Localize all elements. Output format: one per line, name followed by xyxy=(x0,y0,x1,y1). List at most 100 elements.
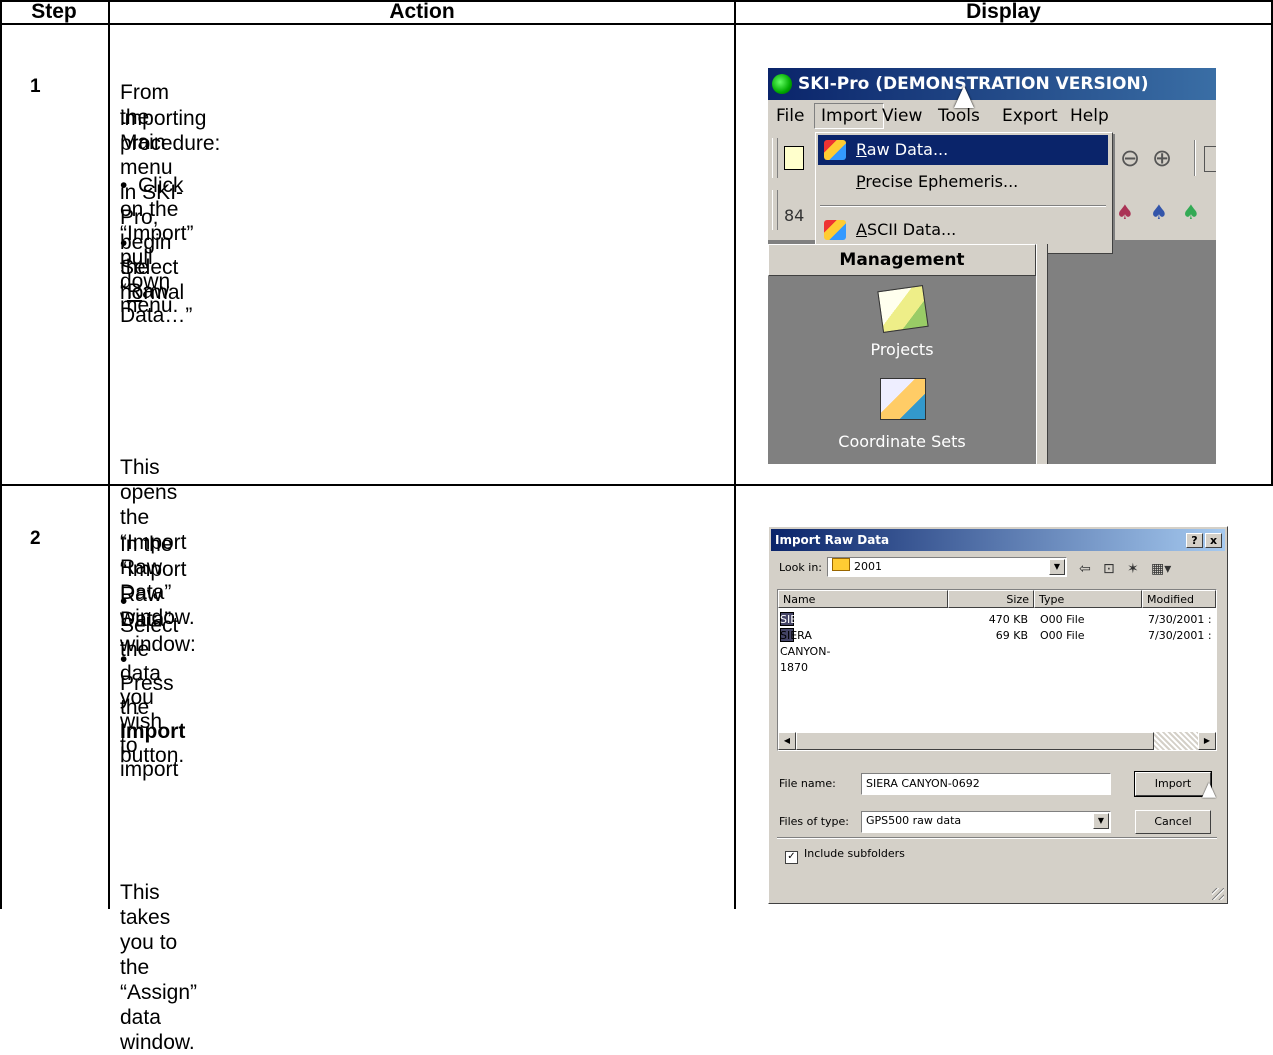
toolbar-grip xyxy=(772,138,778,178)
chevron-down-icon[interactable]: ▼ xyxy=(1049,559,1065,575)
back-icon[interactable]: ⇦ xyxy=(1079,561,1091,577)
skipro-app-icon xyxy=(772,74,792,94)
step1-bullet-2: •Select “Raw Data…” xyxy=(120,232,192,328)
header-display: Display xyxy=(966,0,1041,23)
bullet-dot: • xyxy=(120,648,128,671)
file-modified: 7/30/2001 : xyxy=(1148,629,1212,642)
file-row[interactable]: SIERA CANYON-0692 470 KB O00 File 7/30/2… xyxy=(778,612,1216,658)
toolbar-field[interactable] xyxy=(1204,146,1216,172)
step2-bullet-2: •Press the Import button. xyxy=(120,648,185,768)
dialog-separator xyxy=(777,837,1217,839)
mouse-cursor-icon xyxy=(1202,782,1216,798)
menu-item-ascii-data[interactable]: ASCII Data... xyxy=(818,215,1108,245)
include-subfolders-checkbox[interactable]: ✓ Include subfolders xyxy=(785,847,905,864)
menu-view[interactable]: View xyxy=(882,106,922,126)
menu-help[interactable]: Help xyxy=(1070,106,1109,126)
bullet-dot: • xyxy=(120,590,128,613)
import-button[interactable]: Import xyxy=(1134,771,1212,797)
bullet-text-mnemonic: R xyxy=(127,280,143,303)
step1-intro-line2: importing procedure: xyxy=(120,107,221,155)
scroll-thumb[interactable] xyxy=(796,732,1154,750)
menu-item-precise-ephemeris[interactable]: Precise Ephemeris... xyxy=(818,167,1108,197)
projects-icon[interactable] xyxy=(877,285,929,333)
skipro-menu-bar: File Import View Tools Export Help xyxy=(768,100,1216,132)
menu-item-label: Raw Data... xyxy=(856,140,949,159)
file-name-label: File name: xyxy=(779,777,836,790)
coordinate-sets-icon[interactable] xyxy=(880,378,926,420)
cancel-button[interactable]: Cancel xyxy=(1135,810,1211,834)
file-type: O00 File xyxy=(1040,613,1085,626)
tool-icon-1[interactable]: ♠ xyxy=(1116,200,1134,224)
file-name-input[interactable]: SIERA CANYON-0692 xyxy=(861,773,1111,795)
menu-file[interactable]: File xyxy=(776,106,804,126)
close-button[interactable]: x xyxy=(1205,533,1222,548)
header-step: Step xyxy=(31,0,77,23)
file-modified: 7/30/2001 : xyxy=(1148,613,1212,626)
menu-tools[interactable]: Tools xyxy=(938,106,980,126)
menu-item-label: ASCII Data... xyxy=(856,220,957,239)
files-of-type-select[interactable]: GPS500 raw data ▼ xyxy=(861,811,1111,833)
scroll-left-icon[interactable]: ◀ xyxy=(778,732,796,750)
bullet-text-suffix: button. xyxy=(120,744,185,767)
column-header-size[interactable]: Size xyxy=(948,590,1034,608)
header-action: Action xyxy=(389,0,455,23)
checkmark-icon: ✓ xyxy=(785,851,798,864)
chevron-down-icon[interactable]: ▼ xyxy=(1093,813,1109,829)
menu-item-raw-data[interactable]: Raw Data... xyxy=(818,135,1108,165)
tool-icon-2[interactable]: ♠ xyxy=(1150,200,1168,224)
toolbar-field-text: 84 xyxy=(784,206,805,225)
management-panel-header[interactable]: Management xyxy=(768,244,1036,276)
import-dropdown-menu: Raw Data... Precise Ephemeris... ASCII D… xyxy=(815,132,1113,254)
help-button[interactable]: ? xyxy=(1186,533,1203,548)
toolbar-separator xyxy=(1194,140,1196,176)
menu-import[interactable]: Import xyxy=(814,103,885,129)
bullet-text-bold: Import xyxy=(120,720,186,743)
tool-icon-3[interactable]: ♠ xyxy=(1182,200,1200,224)
look-in-label: Look in: xyxy=(779,561,822,574)
folder-icon xyxy=(832,558,850,571)
up-folder-icon[interactable]: ⊡ xyxy=(1103,561,1115,577)
column-header-modified[interactable]: Modified xyxy=(1142,590,1216,608)
dialog-title-bar: Import Raw Data ? x xyxy=(771,529,1225,551)
new-file-icon[interactable] xyxy=(784,146,804,170)
coordinate-sets-label: Coordinate Sets xyxy=(838,432,966,451)
file-row[interactable]: SIERA CANYON-1870 69 KB O00 File 7/30/20… xyxy=(778,628,1216,674)
files-of-type-label: Files of type: xyxy=(779,815,850,828)
look-in-combo[interactable]: 2001 ▼ xyxy=(827,557,1067,577)
files-of-type-value: GPS500 raw data xyxy=(866,814,962,827)
view-menu-icon[interactable]: ▦▾ xyxy=(1151,561,1171,577)
step2-closing: This takes you to the “Assign” data wind… xyxy=(120,881,198,1054)
panel-splitter[interactable] xyxy=(1036,244,1048,464)
mouse-cursor-icon xyxy=(954,86,974,108)
menu-separator xyxy=(820,205,1106,207)
import-raw-data-dialog: Import Raw Data ? x Look in: 2001 ▼ ⇦ ⊡ ✶… xyxy=(768,526,1228,904)
skipro-main-window-screenshot: SKI-Pro (DEMONSTRATION VERSION) File Imp… xyxy=(768,68,1216,464)
column-header-type[interactable]: Type xyxy=(1034,590,1142,608)
dialog-title: Import Raw Data xyxy=(775,533,890,547)
raw-data-icon xyxy=(824,140,846,160)
skipro-title-bar: SKI-Pro (DEMONSTRATION VERSION) xyxy=(768,68,1216,100)
toolbar-grip xyxy=(772,190,778,230)
horizontal-scrollbar[interactable]: ◀ ▶ xyxy=(778,732,1216,750)
file-list: Name Size Type Modified SIERA CANYON-069… xyxy=(777,589,1217,751)
new-folder-icon[interactable]: ✶ xyxy=(1127,561,1139,577)
file-type: O00 File xyxy=(1040,629,1085,642)
include-subfolders-label: Include subfolders xyxy=(804,847,905,860)
column-divider-action xyxy=(734,0,736,909)
zoom-out-icon[interactable]: ⊖ xyxy=(1120,144,1140,172)
zoom-in-icon[interactable]: ⊕ xyxy=(1152,144,1172,172)
menu-item-label: Precise Ephemeris... xyxy=(856,172,1019,191)
resize-grip-icon[interactable] xyxy=(1212,888,1224,900)
menu-export[interactable]: Export xyxy=(1002,106,1058,126)
bullet-dot: • xyxy=(120,232,128,255)
projects-label: Projects xyxy=(870,340,934,359)
column-divider-step xyxy=(108,0,110,909)
file-size: 69 KB xyxy=(995,629,1028,642)
bullet-text-prefix: Press the xyxy=(120,672,174,719)
bullet-dot: • xyxy=(120,174,128,197)
look-in-value: 2001 xyxy=(854,560,882,573)
column-header-name[interactable]: Name xyxy=(778,590,948,608)
step-number-2: 2 xyxy=(30,528,41,549)
scroll-right-icon[interactable]: ▶ xyxy=(1198,732,1216,750)
file-size: 470 KB xyxy=(988,613,1028,626)
